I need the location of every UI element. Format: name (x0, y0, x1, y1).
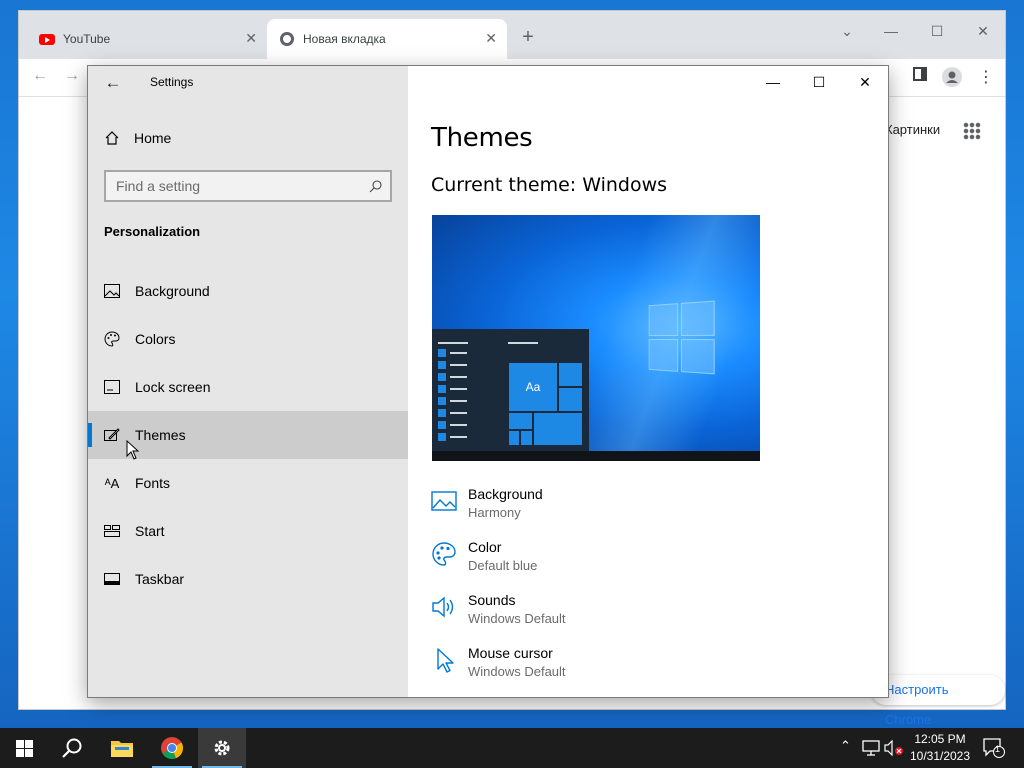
notification-count: 1 (995, 744, 1001, 754)
nav-item-background[interactable]: Background (88, 267, 408, 315)
windows-logo-icon (648, 300, 716, 375)
nav-item-label: Colors (135, 331, 176, 347)
theme-property-mouse-cursor[interactable]: Mouse cursor Windows Default (431, 645, 831, 685)
show-hidden-icons-chevron[interactable]: ⌃ (840, 738, 851, 754)
preview-taskbar (432, 451, 760, 461)
nav-home-label: Home (134, 130, 172, 146)
palette-icon (104, 331, 120, 347)
settings-content-pane: Themes Current theme: Windows Aa Backgro… (408, 66, 888, 697)
network-icon[interactable] (862, 740, 880, 756)
nav-item-start[interactable]: Start (88, 507, 408, 555)
property-value: Default blue (468, 558, 538, 573)
side-panel-icon[interactable] (909, 67, 931, 86)
clock-time: 12:05 PM (914, 732, 966, 746)
settings-window: ← Settings Home Find a setting Personali… (87, 65, 889, 698)
nav-item-label: Themes (135, 427, 186, 443)
property-value: Harmony (468, 505, 521, 520)
theme-property-color[interactable]: Color Default blue (431, 539, 831, 579)
tab-search-icon[interactable]: ⌄ (837, 23, 857, 40)
apps-grid-icon[interactable] (963, 122, 981, 140)
chrome-menu-icon[interactable]: ⋮ (975, 67, 997, 87)
window-title: Settings (150, 75, 194, 89)
search-icon (62, 738, 82, 758)
chrome-icon (279, 31, 295, 47)
start-button[interactable] (0, 728, 48, 768)
file-explorer-button[interactable] (98, 728, 146, 768)
property-value: Windows Default (468, 664, 566, 679)
palette-icon (432, 542, 456, 566)
close-tab-icon[interactable]: ✕ (485, 31, 497, 45)
taskbar-icon (104, 571, 120, 587)
chrome-maximize-button[interactable]: ☐ (927, 23, 947, 40)
speaker-icon (432, 596, 454, 618)
settings-taskbar-button[interactable] (198, 728, 246, 768)
property-name: Color (468, 539, 502, 555)
back-arrow-icon[interactable]: ← (102, 72, 124, 94)
nav-item-taskbar[interactable]: Taskbar (88, 555, 408, 603)
property-name: Mouse cursor (468, 645, 553, 661)
property-name: Sounds (468, 592, 516, 608)
search-icon (369, 180, 382, 193)
chrome-icon (161, 737, 184, 760)
nav-item-label: Lock screen (135, 379, 211, 395)
start-icon (104, 523, 120, 539)
taskbar-search-button[interactable] (48, 728, 96, 768)
customize-chrome-button[interactable]: Настроить Chrome (871, 675, 1005, 727)
cursor-icon (437, 648, 454, 673)
chrome-tab-label: YouTube (63, 32, 111, 46)
mouse-pointer-icon (126, 440, 140, 460)
forward-arrow-icon[interactable]: → (61, 67, 83, 85)
nav-item-label: Fonts (135, 475, 171, 491)
close-tab-icon[interactable]: ✕ (245, 31, 257, 45)
chrome-tab-youtube[interactable]: YouTube ✕ (27, 19, 267, 59)
page-title: Themes (431, 123, 533, 153)
chrome-tab-new-tab[interactable]: Новая вкладка ✕ (267, 19, 507, 59)
section-title: Personalization (104, 224, 201, 239)
windows-start-icon (15, 739, 33, 757)
nav-item-label: Background (135, 283, 210, 299)
nav-item-colors[interactable]: Colors (88, 315, 408, 363)
back-arrow-icon[interactable]: ← (29, 67, 51, 85)
lock-screen-icon (104, 379, 120, 395)
current-theme-heading: Current theme: Windows (431, 174, 668, 196)
theme-preview-image: Aa (432, 215, 760, 461)
notification-icon (983, 738, 1005, 758)
nav-item-label: Taskbar (135, 571, 185, 587)
file-explorer-icon (111, 741, 133, 757)
nav-item-label: Start (135, 523, 165, 539)
picture-icon (431, 491, 457, 511)
picture-icon (104, 283, 120, 299)
youtube-icon (39, 31, 55, 47)
profile-avatar-icon[interactable] (941, 67, 963, 92)
action-center-button[interactable]: 1 (982, 728, 1006, 768)
chrome-tabstrip: YouTube ✕ Новая вкладка ✕ + ⌄ — ☐ ✕ (19, 11, 1005, 59)
fonts-icon: ᴬA (104, 475, 120, 491)
chrome-minimize-button[interactable]: — (881, 23, 901, 39)
chrome-tab-label: Новая вкладка (303, 32, 386, 46)
theme-property-background[interactable]: Background Harmony (431, 486, 831, 526)
nav-item-lock-screen[interactable]: Lock screen (88, 363, 408, 411)
preview-start-menu: Aa (432, 329, 589, 451)
preview-tile-label: Aa (508, 362, 558, 412)
system-clock[interactable]: 12:05 PM 10/31/2023 (906, 731, 974, 765)
settings-gear-icon (214, 740, 230, 756)
images-link[interactable]: Картинки (885, 122, 940, 137)
chrome-taskbar-button[interactable] (148, 728, 196, 768)
home-icon (105, 131, 119, 145)
nav-item-fonts[interactable]: ᴬA Fonts (88, 459, 408, 507)
search-placeholder: Find a setting (116, 178, 201, 194)
property-value: Windows Default (468, 611, 566, 626)
settings-nav-pane: ← Settings Home Find a setting Personali… (88, 66, 408, 697)
taskbar: ⌃ 12:05 PM 10/31/2023 1 (0, 728, 1024, 768)
chrome-close-button[interactable]: ✕ (973, 23, 993, 40)
property-name: Background (468, 486, 543, 502)
nav-home[interactable]: Home (88, 120, 408, 156)
find-setting-input[interactable]: Find a setting (104, 170, 392, 202)
clock-date: 10/31/2023 (909, 749, 971, 763)
volume-muted-icon[interactable] (884, 740, 904, 756)
themes-brush-icon (104, 427, 120, 443)
theme-property-sounds[interactable]: Sounds Windows Default (431, 592, 831, 632)
new-tab-button[interactable]: + (517, 27, 539, 49)
